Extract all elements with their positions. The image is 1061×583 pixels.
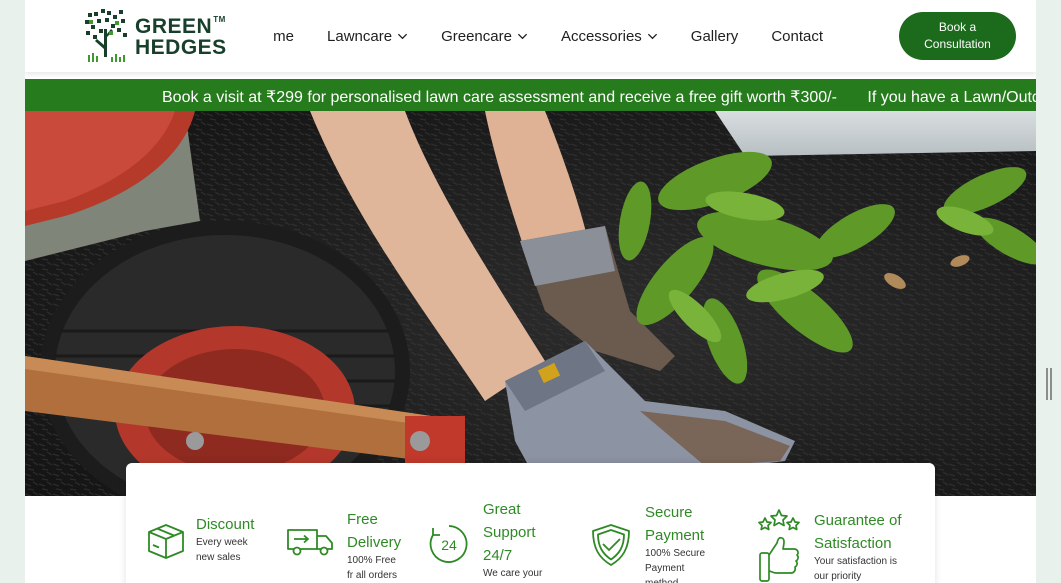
main-nav: Home Lawncare Greencare Accessories Gall… (274, 4, 894, 68)
feature-title-line: Payment (645, 527, 705, 544)
brand-name: GREENTM HEDGES (135, 15, 227, 59)
brand-logo[interactable]: GREENTM HEDGES (83, 6, 233, 68)
feature-title-line: Great (483, 501, 521, 518)
trademark: TM (213, 15, 226, 24)
feature-discount: Discount Every week new sales (146, 516, 254, 565)
nav-item-accessories[interactable]: Accessories (561, 28, 658, 45)
resize-handle-icon[interactable] (1046, 368, 1052, 400)
nav-item-label: Contact (771, 27, 824, 45)
feature-subtitle: Every week (196, 537, 248, 548)
truck-icon (287, 529, 333, 556)
box-icon (148, 524, 184, 559)
gardener-planting-photo (25, 111, 1036, 496)
feature-guarantee: Guarantee of Satisfaction Your satisfact… (756, 509, 902, 583)
nav-item-label: Gallery (690, 27, 739, 45)
features-strip: Discount Every week new sales Free Deliv… (126, 463, 935, 583)
tree-logo-icon (85, 9, 127, 62)
feature-title-line: Free (347, 511, 378, 528)
shield-check-icon (592, 524, 630, 566)
feature-title-line: Secure (645, 504, 693, 521)
feature-title-line: Guarantee of (814, 512, 902, 529)
feature-great-support: 24 Great Support 24/7 We care your (428, 498, 542, 581)
cta-line2: Consultation (924, 37, 991, 51)
feature-subtitle: We care your (483, 568, 543, 579)
feature-secure-payment: Secure Payment 100% Secure Payment metho… (590, 501, 705, 583)
feature-title-line: Delivery (347, 534, 402, 551)
ticker-message: Book a visit at ₹299 for personalised la… (162, 89, 837, 106)
chevron-down-icon (397, 33, 408, 39)
cta-line1: Book a (938, 20, 977, 34)
nav-item-label: Greencare (441, 27, 512, 45)
book-consultation-button[interactable]: Book a Consultation (899, 12, 1016, 60)
feature-subtitle: our priority (814, 571, 862, 582)
feature-subtitle: new sales (196, 552, 241, 563)
nav-item-label: Accessories (560, 27, 642, 45)
feature-subtitle: 100% Free (347, 555, 396, 566)
feature-title-line: Satisfaction (814, 535, 892, 552)
feature-subtitle: Payment (645, 563, 685, 574)
hero-image (25, 111, 1036, 496)
nav-item-contact[interactable]: Contact (771, 28, 823, 45)
feature-subtitle: method (645, 576, 705, 583)
feature-title: Discount (196, 516, 255, 533)
page: GREENTM HEDGES Home Lawncare Greencare A… (25, 0, 1036, 583)
nav-item-label: Home (274, 27, 295, 45)
chevron-down-icon (517, 33, 528, 39)
ticker-text: Book a visit at ₹299 for personalised la… (162, 87, 1036, 107)
feature-free-delivery: Free Delivery 100% Free fr all orders (286, 510, 401, 583)
nav-item-label: Lawncare (327, 27, 393, 45)
feature-subtitle: Your satisfaction is (814, 556, 898, 567)
support-24-icon: 24 (429, 525, 468, 563)
announcement-ticker: Book a visit at ₹299 for personalised la… (25, 79, 1036, 111)
nav-item-home[interactable]: Home (274, 28, 294, 45)
svg-text:24: 24 (441, 537, 457, 553)
brand-line1: GREEN (135, 15, 213, 38)
ticker-message: If you have a Lawn/Outdo (867, 89, 1036, 106)
nav-item-lawncare[interactable]: Lawncare (327, 28, 408, 45)
feature-title-line: 24/7 (483, 547, 513, 564)
feature-subtitle: fr all orders (347, 570, 398, 581)
thumbs-up-stars-icon (758, 509, 800, 582)
nav-item-greencare[interactable]: Greencare (441, 28, 528, 45)
brand-line2: HEDGES (135, 36, 227, 59)
nav-item-gallery[interactable]: Gallery (691, 28, 739, 45)
feature-title-line: Support (483, 524, 536, 541)
chevron-down-icon (647, 33, 657, 39)
site-header: GREENTM HEDGES Home Lawncare Greencare A… (25, 4, 1036, 72)
feature-subtitle: 100% Secure (645, 548, 706, 559)
